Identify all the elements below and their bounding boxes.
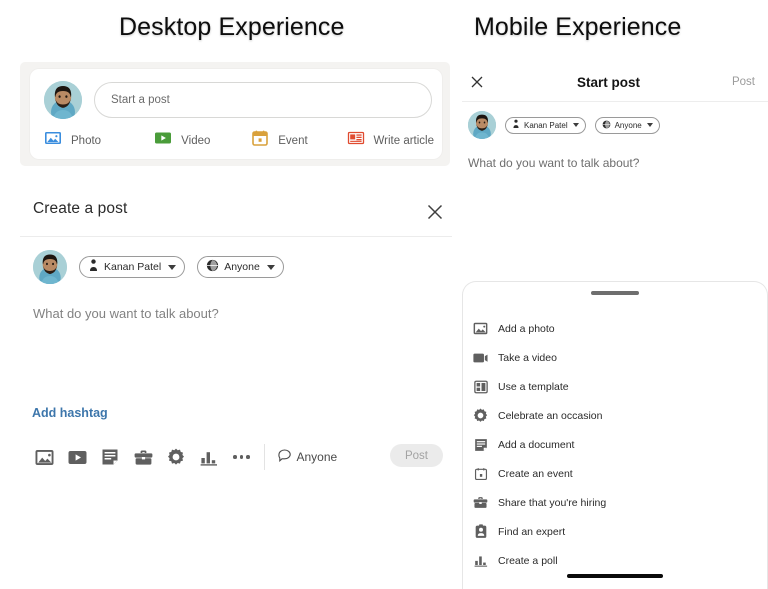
chevron-down-icon: [646, 123, 653, 127]
sheet-item-label: Create an event: [498, 467, 573, 480]
person-icon: [512, 119, 520, 131]
video-icon: [473, 350, 488, 365]
mobile-editor-placeholder[interactable]: What do you want to talk about?: [468, 156, 639, 170]
sheet-item-take-a-video[interactable]: Take a video: [473, 343, 759, 372]
sheet-item-label: Share that you're hiring: [498, 496, 607, 509]
image-icon: [44, 129, 62, 152]
mobile-sheet-list: Add a photo Take a video Use a template …: [473, 314, 759, 575]
start-post-action-event[interactable]: Event: [251, 129, 346, 152]
sheet-item-label: Add a photo: [498, 322, 555, 335]
mobile-post-button[interactable]: Post: [732, 76, 755, 88]
document-icon: [473, 437, 488, 452]
sheet-item-add-a-document[interactable]: Add a document: [473, 430, 759, 459]
sheet-item-share-that-youre-hiring[interactable]: Share that you're hiring: [473, 488, 759, 517]
calendar-icon: [473, 466, 488, 481]
post-button[interactable]: Post: [390, 444, 443, 467]
create-post-toolbar: Anyone: [33, 444, 337, 470]
sheet-item-create-a-poll[interactable]: Create a poll: [473, 546, 759, 575]
author-chip[interactable]: Kanan Patel: [79, 256, 186, 278]
create-post-title: Create a post: [33, 200, 128, 217]
start-post-actions: Photo Video Event Write article: [44, 129, 434, 152]
start-post-action-photo[interactable]: Photo: [44, 129, 154, 152]
divider: [20, 236, 452, 237]
image-icon: [473, 321, 488, 336]
author-chip-label: Kanan Patel: [524, 120, 568, 130]
start-post-action-label: Photo: [71, 134, 102, 147]
chevron-down-icon: [266, 264, 275, 270]
drag-handle[interactable]: [591, 291, 639, 295]
chevron-down-icon: [168, 264, 177, 270]
start-post-card: Start a post Photo Video Event Write art…: [30, 69, 442, 159]
audience-chip-label: Anyone: [224, 261, 260, 273]
mobile-bottom-sheet: Add a photo Take a video Use a template …: [462, 281, 768, 589]
celebrate-icon: [473, 408, 488, 423]
start-post-action-video[interactable]: Video: [154, 129, 251, 152]
video-play-icon: [154, 129, 172, 152]
author-chip-label: Kanan Patel: [104, 261, 162, 273]
mobile-topbar: Start post Post: [462, 64, 768, 100]
briefcase-icon[interactable]: [132, 446, 154, 468]
close-icon[interactable]: [469, 74, 485, 90]
sheet-item-label: Add a document: [498, 438, 575, 451]
image-icon[interactable]: [33, 446, 55, 468]
video-icon[interactable]: [66, 446, 88, 468]
document-icon[interactable]: [99, 446, 121, 468]
celebrate-icon[interactable]: [165, 446, 187, 468]
audience-selector-label: Anyone: [296, 450, 338, 464]
chevron-down-icon: [572, 123, 579, 127]
post-editor-placeholder[interactable]: What do you want to talk about?: [33, 306, 219, 321]
poll-icon[interactable]: [198, 446, 220, 468]
avatar[interactable]: [33, 250, 67, 284]
avatar[interactable]: [468, 111, 496, 139]
sheet-item-label: Use a template: [498, 380, 569, 393]
sheet-item-add-a-photo[interactable]: Add a photo: [473, 314, 759, 343]
avatar[interactable]: [44, 81, 82, 119]
comment-icon: [277, 449, 292, 465]
sheet-item-label: Take a video: [498, 351, 557, 364]
divider: [263, 444, 265, 470]
sheet-item-label: Celebrate an occasion: [498, 409, 603, 422]
close-icon[interactable]: [425, 202, 445, 222]
audience-chip[interactable]: Anyone: [594, 116, 660, 134]
audience-selector[interactable]: Anyone: [277, 449, 338, 465]
desktop-experience-panel: Start a post Photo Video Event Write art…: [0, 0, 455, 589]
briefcase-icon: [473, 495, 488, 510]
mobile-identity-row: Kanan Patel Anyone: [468, 111, 660, 139]
add-hashtag-link[interactable]: Add hashtag: [32, 406, 108, 420]
article-icon: [347, 129, 365, 152]
start-post-action-write-article[interactable]: Write article: [347, 129, 435, 152]
sheet-item-celebrate-an-occasion[interactable]: Celebrate an occasion: [473, 401, 759, 430]
sheet-item-label: Create a poll: [498, 554, 558, 567]
audience-chip-label: Anyone: [614, 120, 642, 130]
start-post-input[interactable]: Start a post: [94, 82, 432, 118]
sheet-item-find-an-expert[interactable]: Find an expert: [473, 517, 759, 546]
more-icon[interactable]: [233, 455, 250, 459]
audience-chip[interactable]: Anyone: [197, 256, 284, 278]
globe-icon: [206, 259, 219, 275]
screenshot-root: Desktop Experience Mobile Experience Sta…: [0, 0, 768, 589]
start-post-row: Start a post: [44, 81, 432, 119]
divider: [462, 101, 768, 102]
globe-icon: [602, 120, 611, 131]
expert-icon: [473, 524, 488, 539]
person-icon: [88, 259, 99, 275]
home-indicator: [567, 574, 663, 578]
sheet-item-label: Find an expert: [498, 525, 566, 538]
start-post-action-label: Video: [181, 134, 211, 147]
poll-icon: [473, 553, 488, 568]
mobile-experience-panel: Start post Post Kanan Patel Anyone What …: [462, 0, 768, 589]
author-chip[interactable]: Kanan Patel: [505, 116, 586, 134]
start-post-action-label: Write article: [373, 134, 435, 147]
start-post-action-label: Event: [278, 134, 308, 147]
mobile-title: Start post: [576, 74, 640, 90]
create-post-identity-row: Kanan Patel Anyone: [33, 250, 284, 284]
calendar-icon: [251, 129, 269, 152]
sheet-item-create-an-event[interactable]: Create an event: [473, 459, 759, 488]
template-icon: [473, 379, 488, 394]
sheet-item-use-a-template[interactable]: Use a template: [473, 372, 759, 401]
